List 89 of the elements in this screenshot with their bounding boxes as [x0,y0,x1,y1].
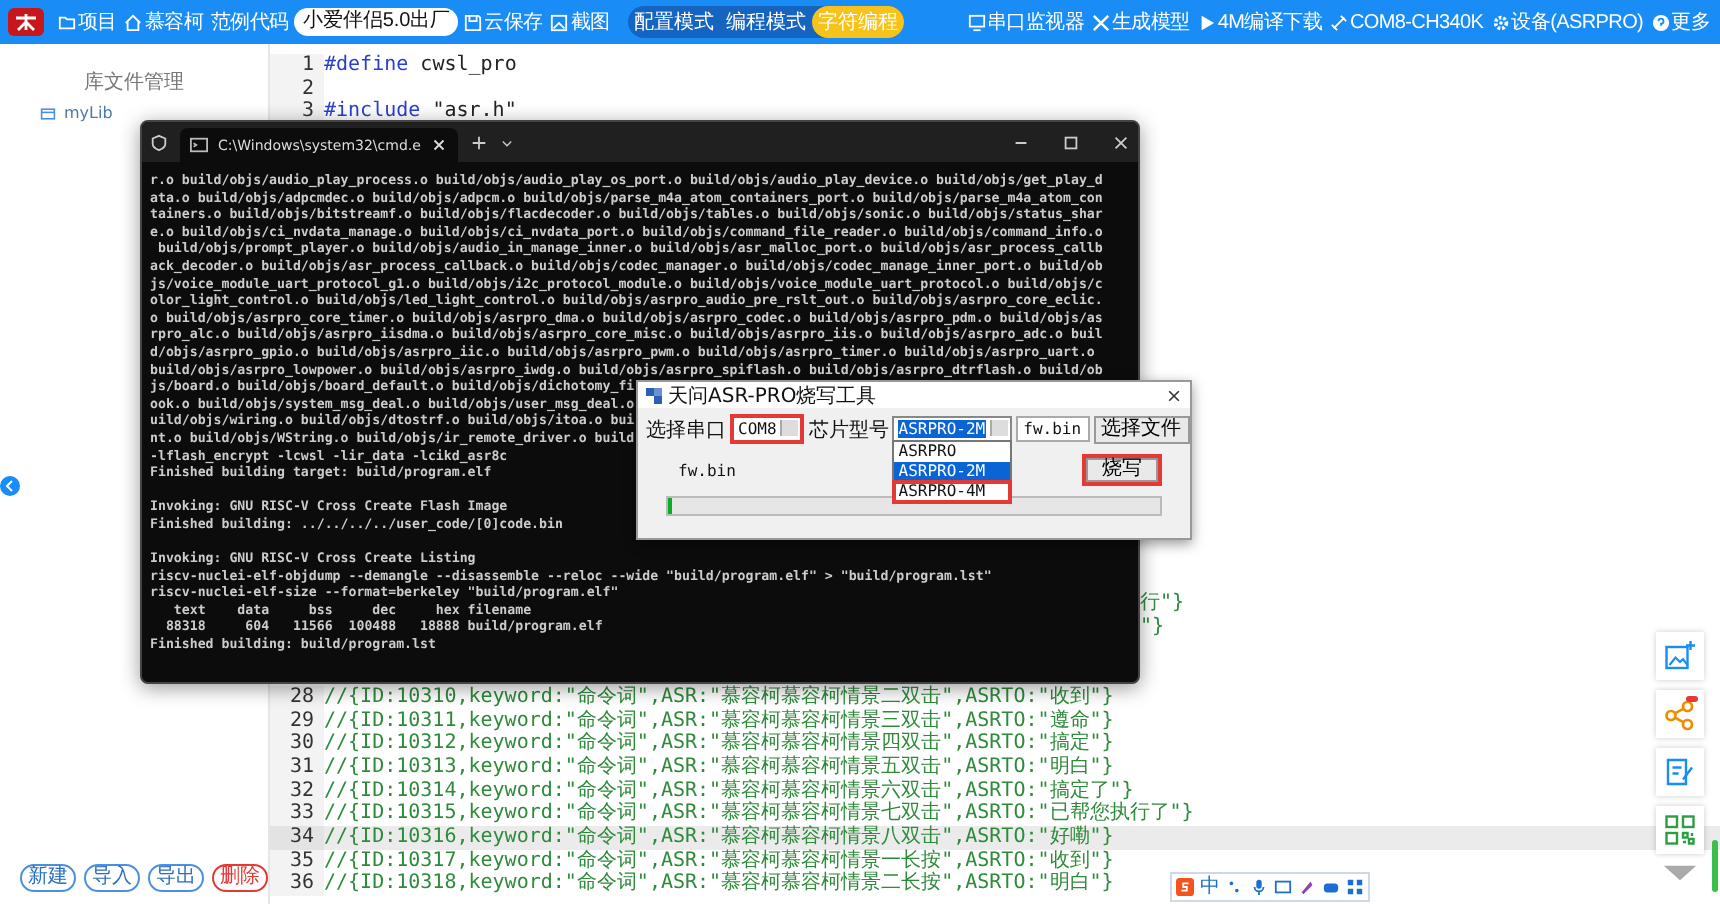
port-label: 选择串口 [646,417,726,443]
settings-icon [1491,13,1510,31]
keyboard-icon[interactable] [1274,878,1292,896]
code-line: #include "asr.h" [324,100,517,125]
toolbar-button[interactable]: 更多 [1649,8,1712,36]
caret-icon[interactable] [500,135,515,149]
code-line: //{ID:10315,keyword:"命令词",ASR:"慕容柯慕容柯情景七双击",ASRTO:"已帮您执行了"} [324,802,1194,825]
line-number: 28 [270,685,324,710]
chip-option[interactable]: ASRPRO-2M [894,462,1010,482]
maximize-icon[interactable] [1062,133,1080,151]
close-icon[interactable] [1166,387,1182,403]
burn-button[interactable]: 烧写 [1082,454,1162,486]
plus-icon[interactable] [470,133,489,151]
code-line: #define cwsl_pro [324,54,517,78]
library-item[interactable]: myLib [0,96,268,122]
line-number: 36 [270,872,324,897]
sidebar-button[interactable]: 删除 [212,864,268,892]
shield-icon [150,133,168,151]
code-line: //{ID:10316,keyword:"命令词",ASR:"慕容柯慕容柯情景八双击",ASRTO:"好嘞"} [324,825,1114,849]
line-number: 34 [270,825,324,850]
line-number: 35 [270,849,324,873]
line-number: 30 [270,732,324,756]
note-edit-icon[interactable] [1656,748,1704,796]
chip-label: 芯片型号 [808,417,889,443]
close-icon[interactable] [430,136,449,154]
toolbar-button[interactable]: 设备(ASRPRO) [1489,8,1646,36]
scrollbar[interactable] [1712,840,1718,892]
toolbar-button[interactable]: 慕容柯 [122,8,206,36]
code-line: "} [1140,615,1165,639]
mode-tab[interactable]: 编程模式 [719,6,812,38]
code-line: //{ID:10314,keyword:"命令词",ASR:"慕容柯慕容柯情景六双击",ASRTO:"搞定了"} [324,779,1134,802]
code-line: 行"} [1140,592,1185,616]
toolbar-button[interactable]: 范例代码 [209,8,291,36]
chip-option[interactable]: ASRPRO [894,442,1010,462]
toolbar-button[interactable]: 生成模型 [1090,8,1192,36]
share-icon[interactable] [1656,690,1704,738]
help-icon [1651,13,1670,31]
app-logo-icon [8,8,44,36]
line-number: 2 [270,77,324,101]
sidebar-button[interactable]: 导入 [84,864,140,892]
code-line: //{ID:10313,keyword:"命令词",ASR:"慕容柯慕容柯情景五双击",ASRTO:"明白"} [324,755,1114,779]
folder-icon [58,13,76,31]
file-path-field[interactable]: fw.bin [1015,416,1090,442]
choose-file-button[interactable]: 选择文件 [1093,415,1190,443]
dialog-title: 天问ASR-PRO烧写工具 [668,383,877,409]
link-icon [1329,13,1348,31]
grid-icon[interactable] [1346,878,1364,896]
terminal-icon [190,136,208,154]
toolbar-button[interactable]: 云保存 [462,8,545,36]
file-name: fw.bin [678,461,736,479]
toolbar-button[interactable]: 4M编译下载 [1195,8,1324,36]
home-icon [124,13,143,31]
project-name-field[interactable]: 小爱伴侣5.0出厂 [294,8,459,36]
library-name: myLib [64,104,113,122]
code-line: //{ID:10311,keyword:"命令词",ASR:"慕容柯慕容柯情景三双击",ASRTO:"遵命"} [324,709,1114,732]
sidebar-title: 库文件管理 [82,69,186,96]
line-number: 32 [270,779,324,803]
ime-logo-icon [1176,878,1194,896]
qr-code-icon[interactable] [1656,806,1704,854]
play-icon [1197,13,1216,31]
line-number: 33 [270,802,324,826]
toolbar-button[interactable]: 串口监视器 [965,8,1087,36]
tools-icon [1092,13,1111,31]
punctuation-icon[interactable] [1226,878,1244,896]
code-line: //{ID:10312,keyword:"命令词",ASR:"慕容柯慕容柯情景四双击",ASRTO:"搞定"} [324,732,1114,755]
microphone-icon[interactable] [1250,878,1268,896]
line-number: 1 [270,54,324,78]
library-icon [40,105,56,121]
code-line: //{ID:10318,keyword:"命令词",ASR:"慕容柯慕容柯情景二长按",ASRTO:"明白"} [324,872,1114,897]
mode-tab[interactable]: 配置模式 [627,6,720,38]
image-icon [550,13,569,31]
ime-mode-label[interactable]: 中 [1200,876,1220,898]
app-icon [646,387,662,403]
chip-option[interactable]: ASRPRO-4M [894,482,1010,502]
toolbar-button[interactable]: COM8-CH340K [1327,11,1486,33]
sidebar-button[interactable]: 新建 [20,864,76,892]
image-add-icon[interactable] [1656,632,1704,680]
code-line: //{ID:10317,keyword:"命令词",ASR:"慕容柯慕容柯情景一长按",ASRTO:"收到"} [324,849,1114,872]
port-select[interactable]: COM8 [730,414,805,444]
collapse-icon[interactable] [0,476,20,496]
toolbar-button[interactable]: 截图 [548,8,612,36]
monitor-icon [967,13,986,31]
line-number: 29 [270,709,324,733]
sidebar-button[interactable]: 导出 [148,864,204,892]
line-number: 31 [270,755,324,780]
code-line: //{ID:10310,keyword:"命令词",ASR:"慕容柯慕容柯情景二双击",ASRTO:"收到"} [324,685,1114,709]
save-icon [464,13,483,31]
chip-select[interactable]: ASRPRO-2M [892,416,1012,442]
toolbar-button[interactable]: 项目 [56,8,119,36]
